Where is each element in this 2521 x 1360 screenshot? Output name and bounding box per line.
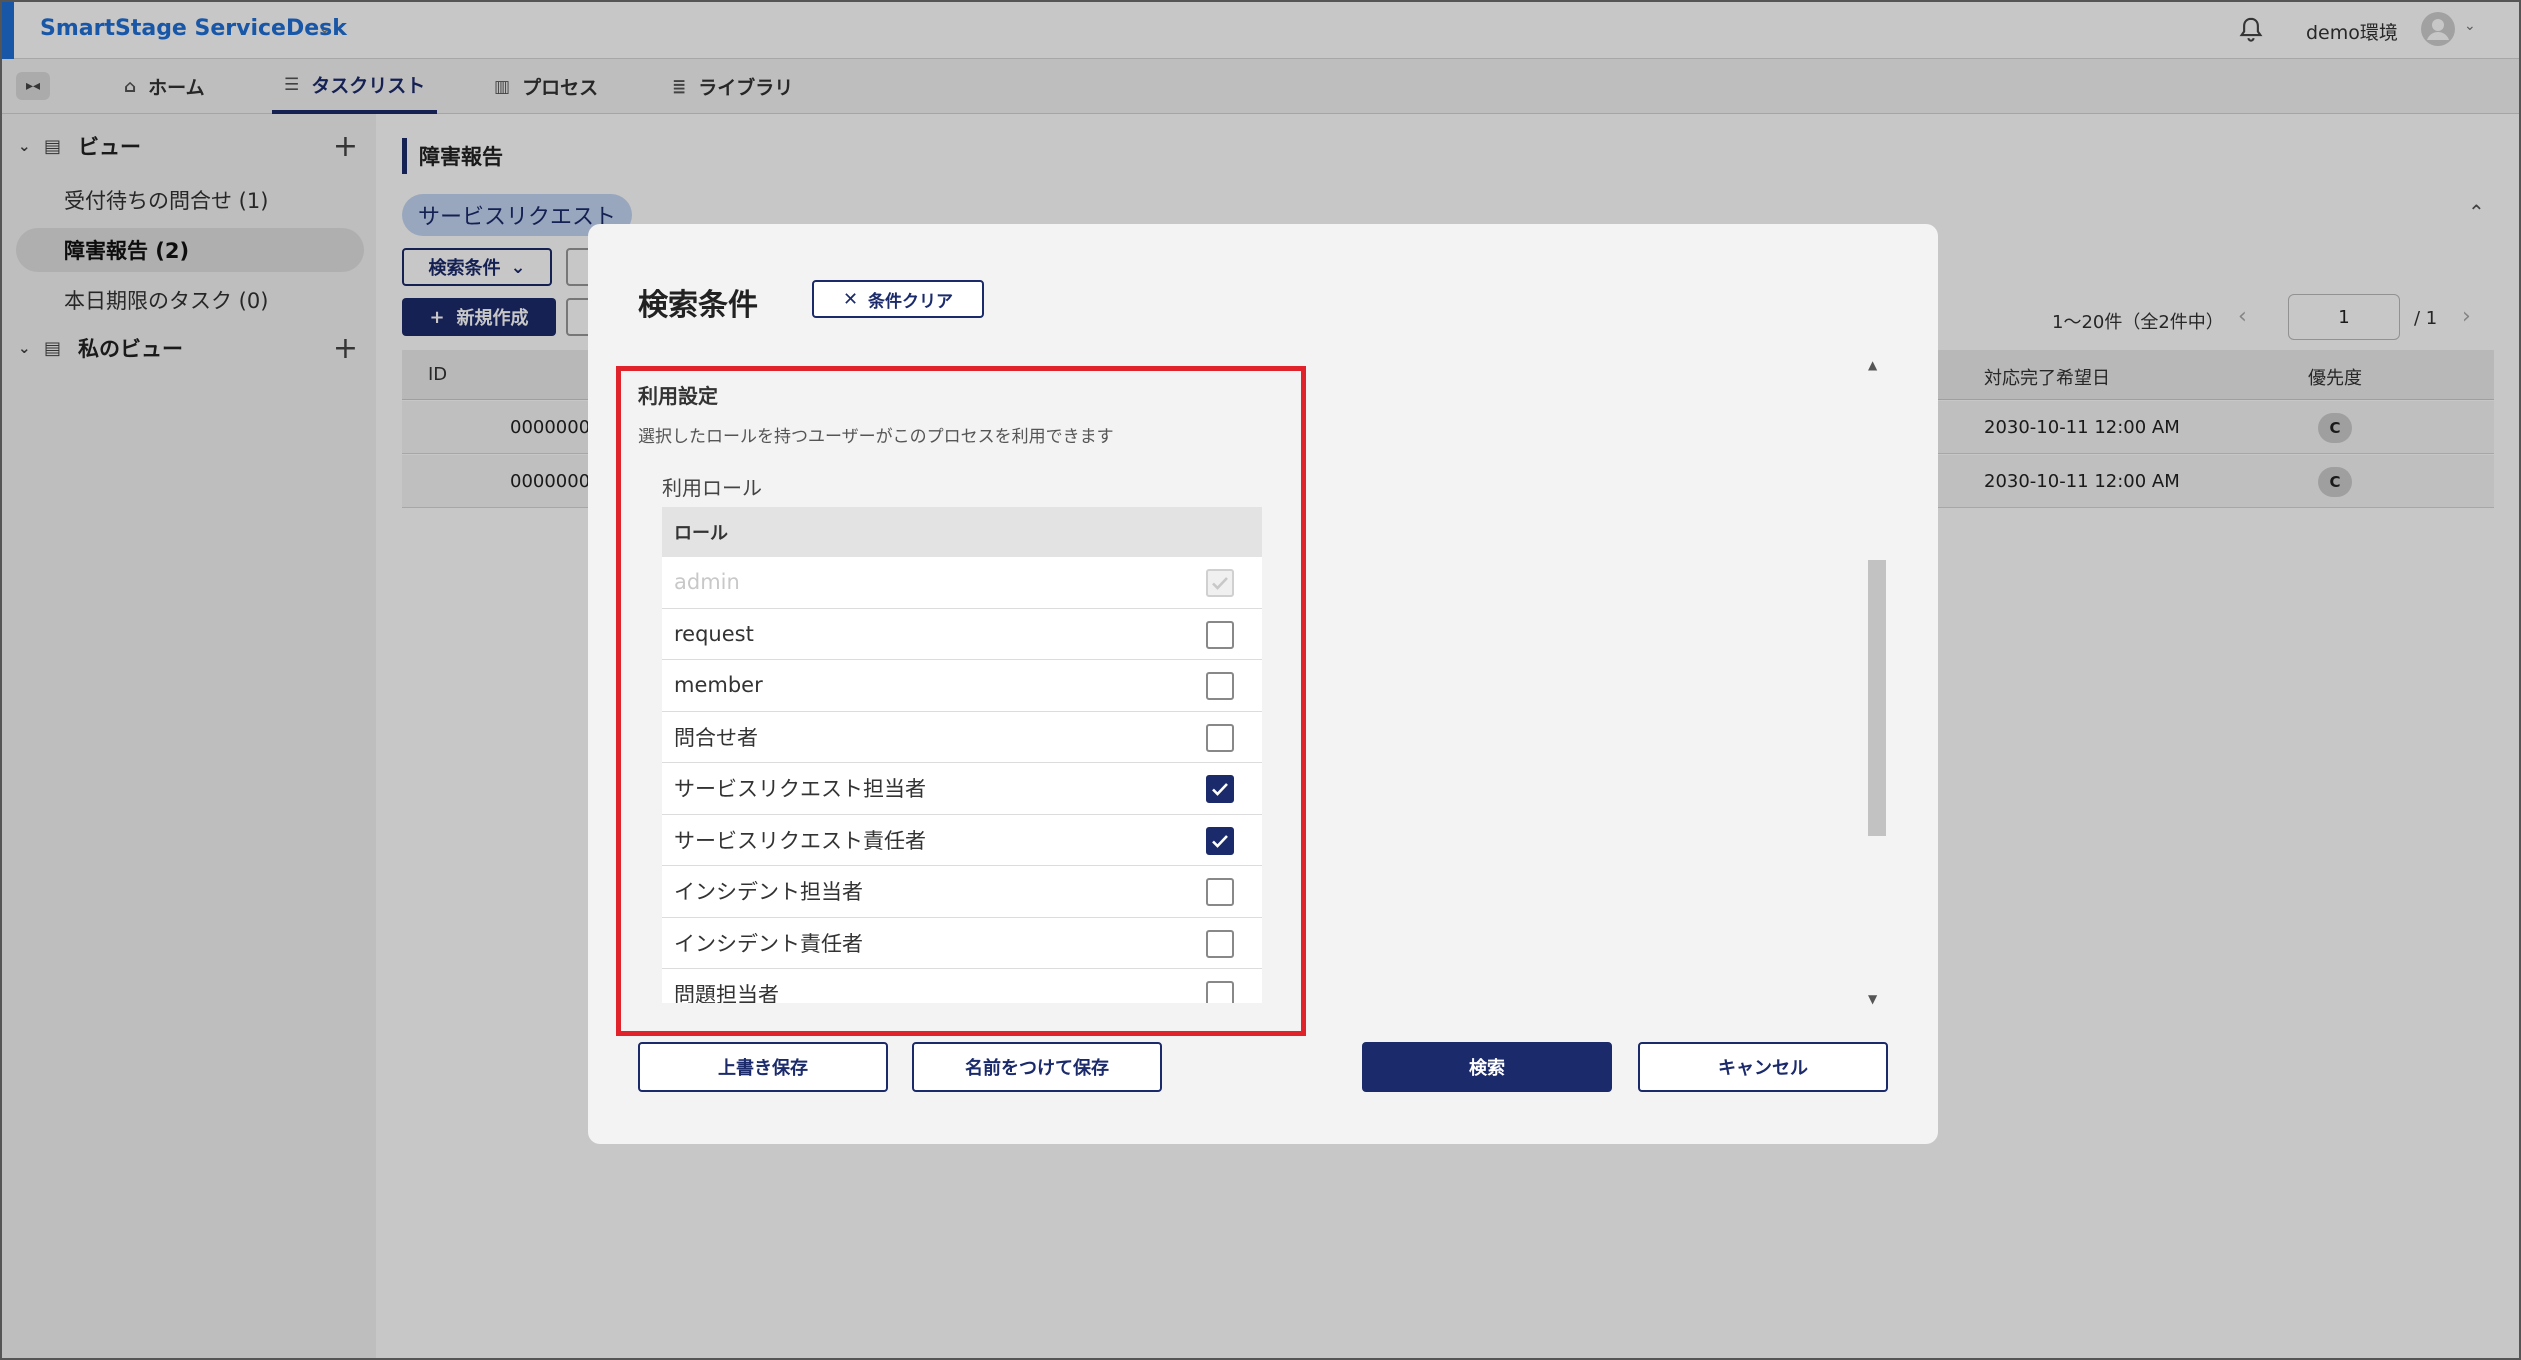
save-as-button[interactable]: 名前をつけて保存 <box>912 1042 1162 1092</box>
dialog-scrollbar[interactable]: ▲ ▼ <box>1864 354 1886 1012</box>
overwrite-save-button[interactable]: 上書き保存 <box>638 1042 888 1092</box>
cancel-button[interactable]: キャンセル <box>1638 1042 1888 1092</box>
close-icon: ✕ <box>842 288 859 310</box>
dialog-title: 検索条件 <box>638 288 758 323</box>
button-label: 条件クリア <box>868 291 954 312</box>
clear-conditions-button[interactable]: ✕ 条件クリア <box>812 280 984 318</box>
scroll-down-icon[interactable]: ▼ <box>1868 992 1877 1006</box>
highlight-box <box>616 366 1306 1036</box>
search-conditions-dialog: 検索条件 ✕ 条件クリア ▲ ▼ 利用設定 選択したロールを持つユーザーがこのプ… <box>588 224 1938 1144</box>
search-button[interactable]: 検索 <box>1362 1042 1612 1092</box>
scrollbar-thumb[interactable] <box>1868 560 1886 836</box>
scroll-up-icon[interactable]: ▲ <box>1868 358 1877 372</box>
